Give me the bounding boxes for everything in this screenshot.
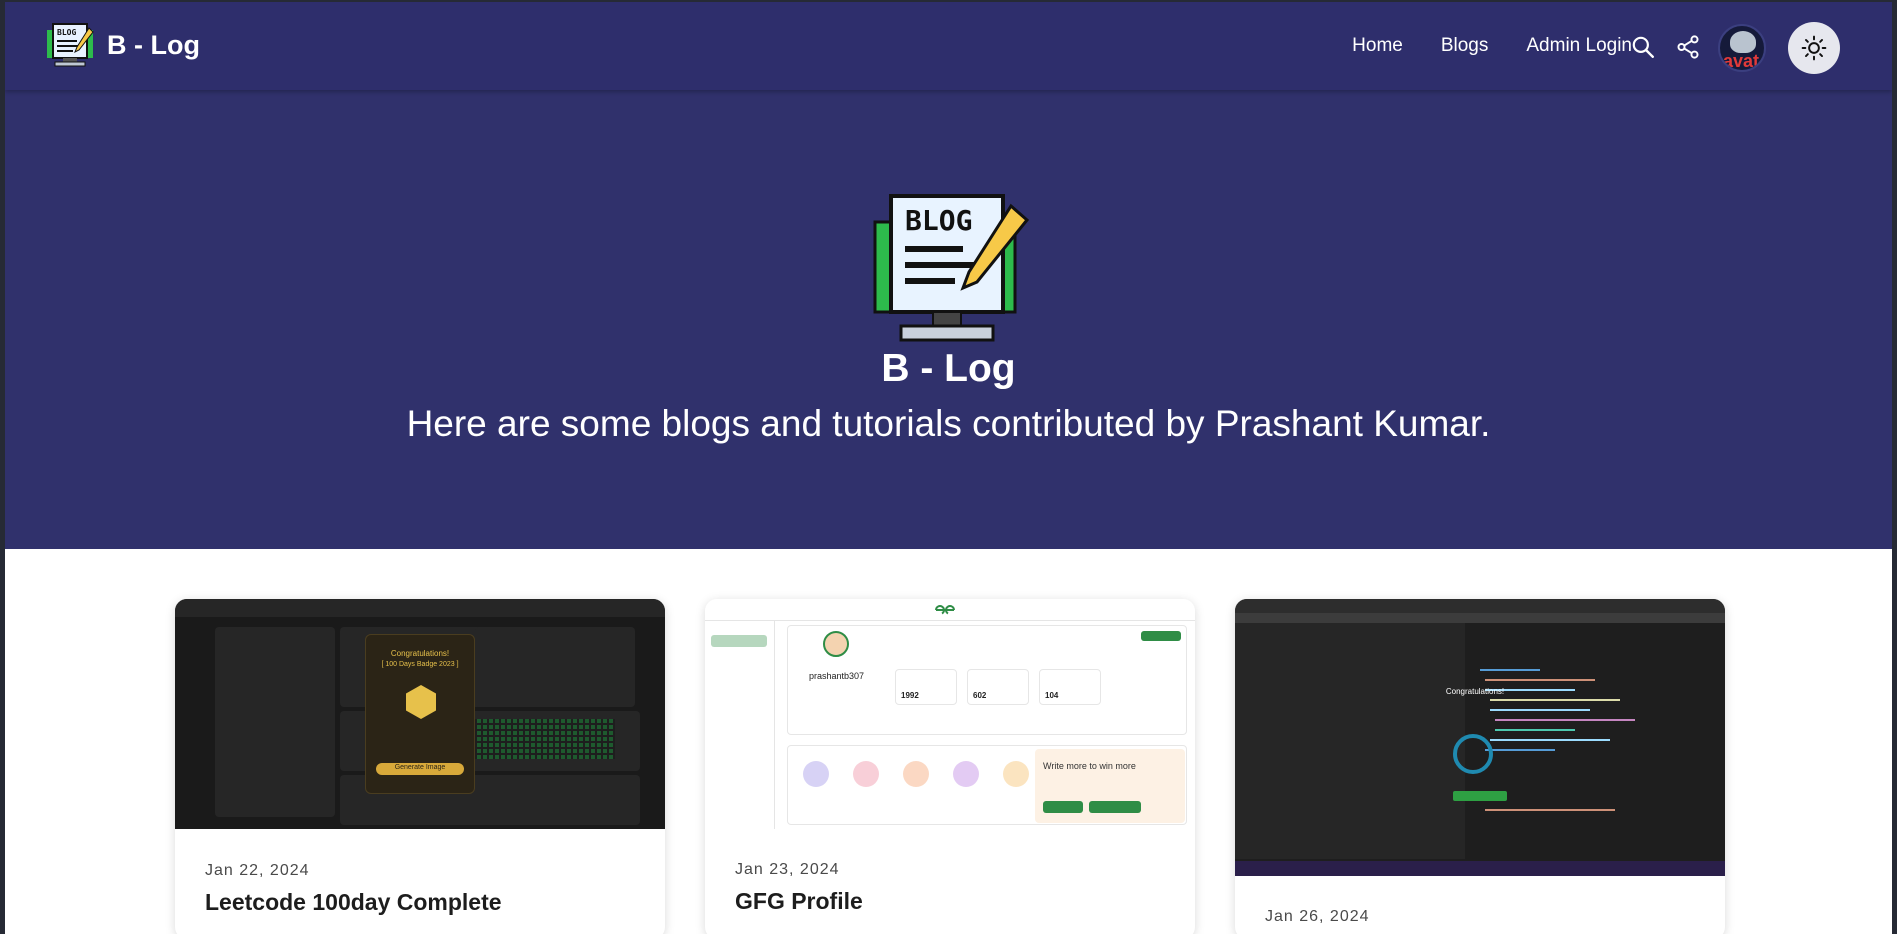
card-1-date: Jan 22, 2024 (205, 862, 310, 879)
blog-card-1[interactable]: Congratulations! [ 100 Days Badge 2023 ]… (175, 599, 665, 934)
blog-logo-icon: BLOG (47, 23, 94, 67)
gfg-stat-solved: 602 (973, 691, 987, 700)
card-2-date: Jan 23, 2024 (735, 861, 840, 878)
avatar-alt-text: avat (1723, 51, 1760, 71)
hero-subtitle: Here are some blogs and tutorials contri… (406, 403, 1491, 444)
popup-badge: [ 100 Days Badge 2023 ] (381, 661, 459, 668)
theme-toggle-button[interactable] (1788, 22, 1840, 74)
nav-blogs-link[interactable]: Blogs (1441, 35, 1489, 57)
brand[interactable]: BLOG B - Log (45, 22, 200, 68)
card-1-thumbnail: Congratulations! [ 100 Days Badge 2023 ]… (175, 599, 665, 829)
gfg-promo-text: Write more to win more (1043, 761, 1136, 771)
gfg-stat-score: 1992 (901, 691, 919, 700)
blog-card-2[interactable]: prashantb307 1992 602 104 Write more to … (705, 599, 1195, 934)
card-3-thumbnail: Congratulations! (1235, 599, 1725, 876)
card-3-date: Jan 26, 2024 (1265, 908, 1370, 925)
hero-title: B - Log (881, 347, 1016, 390)
hero-logo-text: BLOG (905, 204, 972, 237)
hero-blog-logo-icon: BLOG (873, 194, 1030, 342)
popup-title: Congratulations! (390, 649, 450, 658)
nav-links: Home Blogs Admin Login (1314, 2, 1632, 90)
user-avatar[interactable]: avat (1718, 24, 1766, 72)
card-1-title[interactable]: Leetcode 100day Complete (205, 889, 502, 916)
gfg-username: prashantb307 (809, 671, 865, 681)
avatar-broken-image-icon (1730, 31, 1756, 53)
hero-section: BLOG B - Log Here are some blogs and tut… (5, 90, 1892, 549)
gfg-stat-monthly: 104 (1045, 691, 1059, 700)
svg-text:BLOG: BLOG (57, 28, 76, 37)
nav-home-link[interactable]: Home (1352, 35, 1403, 57)
browser-viewport: BLOG B - Log Home Blogs Admin Login avat… (0, 0, 1897, 934)
sun-icon (1801, 35, 1827, 61)
card-2-thumbnail: prashantb307 1992 602 104 Write more to … (705, 599, 1195, 829)
search-icon[interactable] (1630, 34, 1656, 60)
vscode-modal-title: Congratulations! (1445, 687, 1505, 696)
gfg-logo-icon (935, 605, 955, 615)
card-2-title[interactable]: GFG Profile (735, 888, 863, 915)
navbar: BLOG B - Log Home Blogs Admin Login avat (5, 2, 1892, 90)
nav-admin-login-link[interactable]: Admin Login (1526, 35, 1632, 57)
blog-card-3[interactable]: Congratulations! Jan 26, 2024 (1235, 599, 1725, 934)
popup-button-label: Generate Image (394, 764, 446, 771)
brand-name: B - Log (107, 29, 200, 60)
leetcode-popup: Congratulations! [ 100 Days Badge 2023 ]… (365, 634, 475, 794)
share-icon[interactable] (1675, 34, 1701, 60)
